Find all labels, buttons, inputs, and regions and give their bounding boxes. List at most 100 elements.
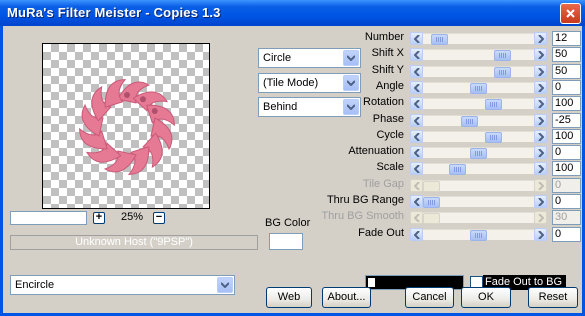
param-value-field[interactable]: 12: [552, 31, 581, 46]
slider-thumb[interactable]: [494, 50, 511, 61]
slider-thumb[interactable]: [470, 148, 487, 159]
chevron-down-icon[interactable]: [217, 277, 233, 293]
zoom-value: 25%: [120, 211, 144, 223]
chevron-down-icon[interactable]: [343, 99, 359, 115]
param-value-field[interactable]: 0: [552, 194, 581, 209]
param-slider[interactable]: [410, 114, 547, 127]
chevron-right-icon: [534, 211, 547, 224]
chevron-right-icon[interactable]: [534, 48, 547, 61]
chevron-left-icon[interactable]: [410, 65, 423, 78]
chevron-left-icon[interactable]: [410, 130, 423, 143]
slider-track[interactable]: [423, 82, 534, 94]
param-label: Attenuation: [348, 145, 404, 157]
param-label: Tile Gap: [362, 178, 404, 190]
chevron-right-icon[interactable]: [534, 97, 547, 110]
reset-button[interactable]: Reset: [528, 287, 578, 308]
param-slider[interactable]: [410, 228, 547, 241]
param-label: Phase: [372, 113, 404, 125]
shape-select-value: Circle: [263, 52, 292, 64]
shape-select[interactable]: Circle: [258, 48, 361, 68]
param-slider[interactable]: [410, 97, 547, 110]
param-slider[interactable]: [410, 32, 547, 45]
chevron-down-icon[interactable]: [343, 75, 359, 91]
slider-track[interactable]: [423, 49, 534, 61]
host-status: Unknown Host ("9PSP"): [10, 235, 258, 250]
param-value-field[interactable]: 100: [552, 161, 581, 176]
bg-color-swatch[interactable]: [269, 233, 303, 250]
param-slider[interactable]: [410, 130, 547, 143]
close-button[interactable]: [560, 3, 581, 24]
param-value-field[interactable]: 0: [552, 80, 581, 95]
chevron-right-icon[interactable]: [534, 130, 547, 143]
param-slider[interactable]: [410, 195, 547, 208]
zoom-out-button[interactable]: −: [153, 212, 165, 224]
param-slider[interactable]: [410, 146, 547, 159]
slider-thumb[interactable]: [461, 116, 478, 127]
slider-track[interactable]: [423, 98, 534, 110]
title-bar[interactable]: MuRa's Filter Meister - Copies 1.3: [0, 0, 585, 26]
slider-track[interactable]: [423, 163, 534, 175]
slider-thumb[interactable]: [494, 67, 511, 78]
param-label: Rotation: [363, 96, 404, 108]
param-slider[interactable]: [410, 81, 547, 94]
chevron-right-icon[interactable]: [534, 195, 547, 208]
chevron-right-icon[interactable]: [534, 65, 547, 78]
chevron-left-icon[interactable]: [410, 114, 423, 127]
chevron-right-icon[interactable]: [534, 162, 547, 175]
param-value-field[interactable]: 100: [552, 96, 581, 111]
slider-thumb[interactable]: [485, 132, 502, 143]
param-value-field[interactable]: 100: [552, 129, 581, 144]
order-select[interactable]: Behind: [258, 97, 361, 117]
slider-thumb[interactable]: [470, 83, 487, 94]
zoom-slider[interactable]: [10, 211, 87, 225]
effect-select[interactable]: Encircle: [10, 275, 235, 295]
param-value-field[interactable]: 0: [552, 145, 581, 160]
chevron-left-icon: [410, 179, 423, 192]
slider-thumb[interactable]: [431, 34, 448, 45]
zoom-in-button[interactable]: +: [93, 212, 105, 224]
param-slider[interactable]: [410, 65, 547, 78]
web-button[interactable]: Web: [266, 287, 312, 308]
chevron-left-icon[interactable]: [410, 195, 423, 208]
slider-thumb[interactable]: [423, 197, 440, 208]
about-button[interactable]: About...: [322, 287, 371, 308]
chevron-left-icon[interactable]: [410, 146, 423, 159]
chevron-right-icon[interactable]: [534, 228, 547, 241]
slider-thumb: [423, 181, 440, 192]
param-label: Fade Out: [358, 227, 404, 239]
slider-track[interactable]: [423, 33, 534, 45]
param-value-field[interactable]: -25: [552, 113, 581, 128]
param-value-field[interactable]: 50: [552, 64, 581, 79]
slider-track[interactable]: [423, 66, 534, 78]
chevron-right-icon[interactable]: [534, 32, 547, 45]
chevron-left-icon[interactable]: [410, 97, 423, 110]
slider-track[interactable]: [423, 115, 534, 127]
chevron-right-icon[interactable]: [534, 81, 547, 94]
chevron-left-icon[interactable]: [410, 162, 423, 175]
preview-image[interactable]: [42, 43, 210, 209]
slider-thumb[interactable]: [449, 164, 466, 175]
param-slider[interactable]: [410, 48, 547, 61]
chevron-right-icon[interactable]: [534, 146, 547, 159]
slider-track[interactable]: [423, 131, 534, 143]
param-value-field[interactable]: 50: [552, 47, 581, 62]
param-label: Angle: [375, 80, 404, 92]
chevron-left-icon[interactable]: [410, 48, 423, 61]
chevron-down-icon[interactable]: [343, 50, 359, 66]
slider-thumb[interactable]: [485, 99, 502, 110]
chevron-left-icon[interactable]: [410, 81, 423, 94]
slider-track[interactable]: [423, 147, 534, 159]
slider-track[interactable]: [423, 229, 534, 241]
chevron-left-icon[interactable]: [410, 228, 423, 241]
chevron-right-icon[interactable]: [534, 114, 547, 127]
chevron-left-icon[interactable]: [410, 32, 423, 45]
param-value-field[interactable]: 0: [552, 227, 581, 242]
cancel-button[interactable]: Cancel: [405, 287, 454, 308]
slider-thumb[interactable]: [470, 230, 487, 241]
petal-dot: [151, 108, 158, 114]
mode-select[interactable]: (Tile Mode): [258, 73, 361, 93]
ok-button[interactable]: OK: [461, 287, 511, 308]
slider-track[interactable]: [423, 196, 534, 208]
param-slider[interactable]: [410, 162, 547, 175]
chevron-right-icon: [534, 179, 547, 192]
